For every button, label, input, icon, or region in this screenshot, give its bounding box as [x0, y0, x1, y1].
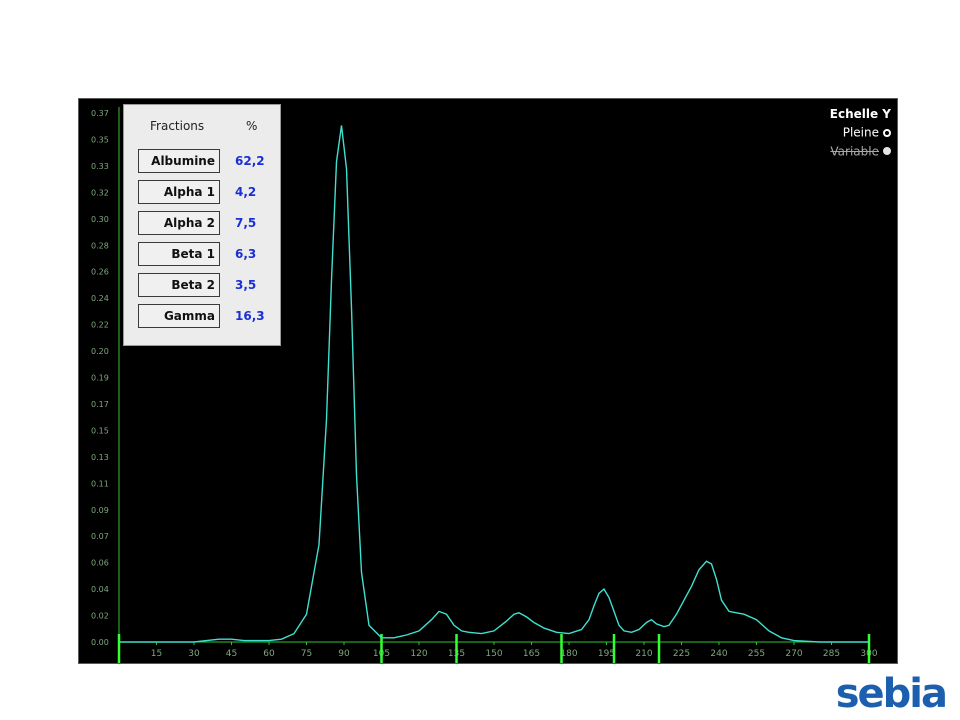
radio-unselected-icon[interactable] — [883, 147, 891, 155]
y-tick-label: 0.19 — [91, 374, 109, 383]
scale-option-variable-label: Variable — [830, 144, 879, 158]
percent-header: % — [246, 119, 258, 133]
y-tick-label: 0.26 — [91, 268, 109, 277]
sebia-logo: sebia — [835, 671, 948, 717]
scale-option-variable[interactable]: Variable — [830, 144, 891, 158]
beta1-button[interactable]: Beta 1 — [138, 242, 220, 266]
radio-selected-icon[interactable] — [883, 128, 891, 137]
beta2-percent: 3,5 — [235, 278, 257, 292]
y-tick-label: 0.22 — [91, 321, 109, 330]
x-tick-label: 165 — [523, 649, 540, 659]
beta1-percent: 6,3 — [235, 247, 257, 261]
x-tick-label: 225 — [673, 649, 690, 659]
x-tick-label: 285 — [823, 649, 840, 659]
albumine-percent: 62,2 — [235, 154, 265, 168]
electrophoresis-plot: 0.00 0.02 0.04 0.06 0.07 0.09 0.11 0.13 0.15 0.17… — [78, 98, 898, 664]
y-tick-label: 0.33 — [91, 162, 109, 171]
x-tick-label: 90 — [338, 649, 350, 659]
y-tick-label: 0.24 — [91, 294, 109, 303]
scale-option-pleine-label: Pleine — [842, 125, 879, 140]
y-tick-label: 0.32 — [91, 188, 109, 197]
y-tick-label: 0.30 — [91, 215, 109, 224]
x-tick-label: 180 — [560, 649, 577, 659]
alpha1-percent: 4,2 — [235, 185, 257, 199]
alpha2-percent: 7,5 — [235, 216, 257, 230]
x-tick-label: 240 — [710, 649, 727, 659]
y-tick-label: 0.35 — [91, 135, 109, 144]
x-tick-label: 255 — [748, 649, 765, 659]
y-tick-label: 0.17 — [91, 400, 109, 409]
fractions-header: Fractions — [150, 119, 205, 133]
y-tick-label: 0.07 — [91, 532, 109, 541]
x-tick-label: 75 — [301, 649, 312, 659]
y-tick-label: 0.06 — [91, 559, 109, 568]
gamma-percent: 16,3 — [235, 309, 265, 323]
x-tick-label: 45 — [226, 649, 237, 659]
y-tick-label: 0.11 — [91, 479, 109, 488]
x-tick-label: 150 — [485, 649, 502, 659]
y-tick-label: 0.28 — [91, 241, 109, 250]
x-tick-label: 270 — [785, 649, 802, 659]
y-tick-label: 0.00 — [91, 638, 109, 647]
y-tick-label: 0.04 — [91, 585, 109, 594]
scale-option-pleine[interactable]: Pleine — [830, 125, 891, 140]
albumine-button[interactable]: Albumine — [138, 149, 220, 173]
x-tick-label: 210 — [635, 649, 652, 659]
beta2-button[interactable]: Beta 2 — [138, 273, 220, 297]
x-tick-label: 60 — [263, 649, 275, 659]
y-tick-label: 0.09 — [91, 506, 109, 515]
x-tick-label: 15 — [151, 649, 162, 659]
x-tick-label: 30 — [188, 649, 200, 659]
gamma-button[interactable]: Gamma — [138, 304, 220, 328]
x-tick-label: 195 — [598, 649, 615, 659]
fractions-panel: Fractions % Albumine 62,2 Alpha 1 4,2 Al… — [123, 104, 281, 346]
x-tick-label: 120 — [410, 649, 427, 659]
y-tick-label: 0.15 — [91, 426, 109, 435]
y-scale-legend: Echelle Y Pleine Variable — [830, 107, 891, 158]
y-tick-label: 0.20 — [91, 347, 109, 356]
y-tick-label: 0.13 — [91, 453, 109, 462]
y-tick-label: 0.37 — [91, 109, 109, 118]
alpha2-button[interactable]: Alpha 2 — [138, 211, 220, 235]
y-scale-title: Echelle Y — [829, 107, 891, 121]
alpha1-button[interactable]: Alpha 1 — [138, 180, 220, 204]
y-tick-label: 0.02 — [91, 612, 109, 621]
